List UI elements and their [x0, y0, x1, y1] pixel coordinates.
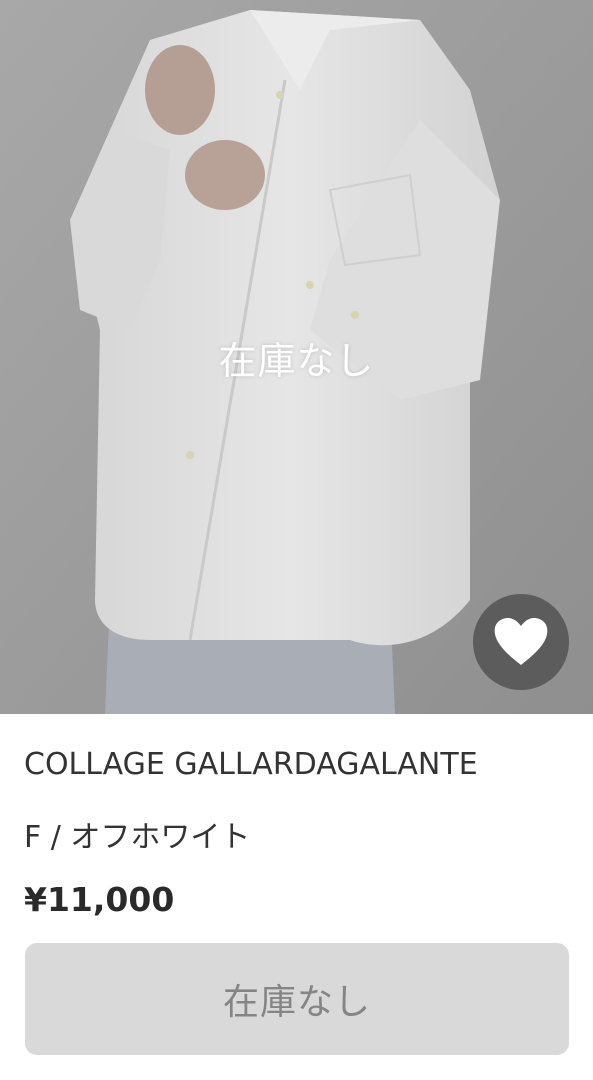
out-of-stock-overlay: 在庫なし: [218, 339, 375, 383]
favorite-button[interactable]: [473, 594, 569, 690]
brand-name: COLLAGE GALLARDAGALANTE: [24, 747, 478, 782]
out-of-stock-button[interactable]: 在庫なし: [25, 943, 569, 1055]
variant-label: F / オフホワイト: [24, 820, 251, 855]
heart-icon: [494, 618, 548, 665]
price: ¥11,000: [24, 880, 175, 919]
product-image[interactable]: 在庫なし: [0, 0, 593, 714]
